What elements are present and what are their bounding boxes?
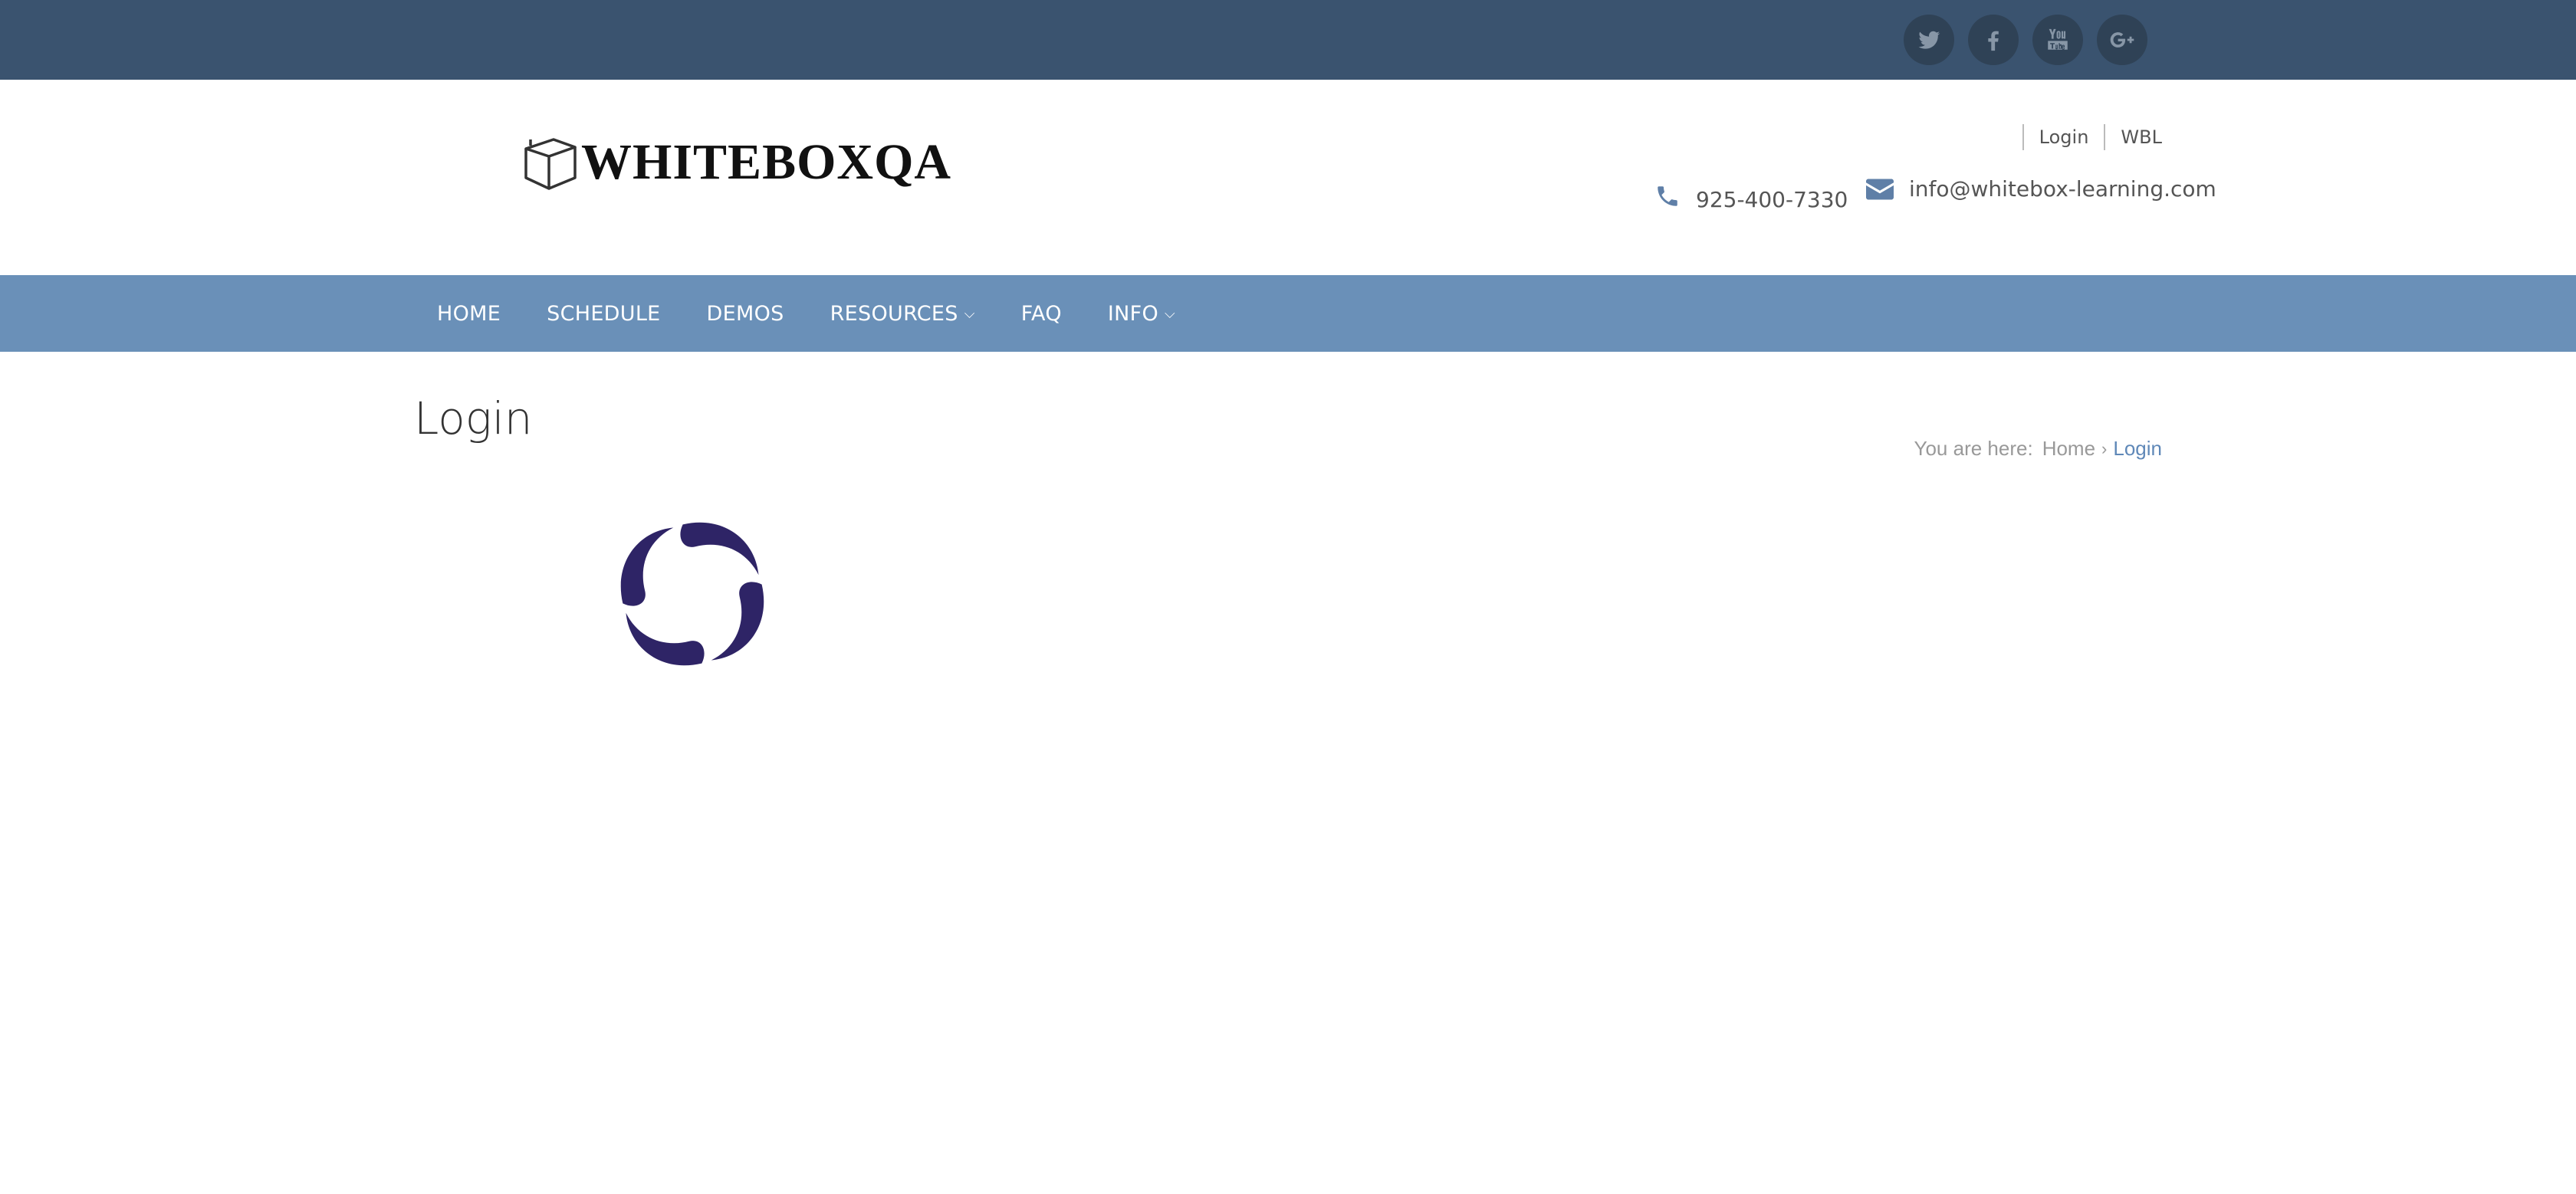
wbl-link[interactable]: WBL — [2121, 126, 2162, 148]
nav-item-schedule[interactable]: SCHEDULE — [524, 275, 683, 352]
top-links: Login WBL — [2007, 123, 2162, 152]
nav-label: HOME — [437, 301, 501, 326]
phone-contact: 925-400-7330 — [1654, 179, 1848, 212]
phone-number[interactable]: 925-400-7330 — [1696, 187, 1848, 212]
site-header: WHITEBOXQA Login WBL 925-400-7330 info@w… — [0, 80, 2576, 276]
nav-item-demos[interactable]: DEMOS — [684, 275, 807, 352]
page-title: Login — [414, 392, 533, 444]
youtube-icon — [2048, 28, 2068, 50]
nav-item-resources[interactable]: RESOURCES ⌵ — [807, 275, 998, 352]
nav-item-faq[interactable]: FAQ — [998, 275, 1085, 352]
loading-spinner-icon — [620, 522, 764, 666]
breadcrumb-label: You are here: — [1914, 437, 2033, 460]
facebook-icon — [1988, 31, 1999, 51]
nav-label: FAQ — [1020, 301, 1062, 326]
nav-item-home[interactable]: HOME — [414, 275, 524, 352]
nav-item-info[interactable]: INFO ⌵ — [1085, 275, 1198, 352]
envelope-icon — [1866, 179, 1894, 199]
breadcrumb-current: Login — [2113, 437, 2162, 460]
login-link[interactable]: Login — [2039, 126, 2089, 148]
chevron-down-icon: ⌵ — [964, 305, 975, 322]
facebook-button[interactable] — [1968, 15, 2019, 65]
email-address[interactable]: info@whitebox-learning.com — [1909, 176, 2216, 202]
google-plus-icon — [2110, 32, 2134, 48]
social-topbar — [0, 0, 2576, 80]
breadcrumb: You are here: Home › Login — [1914, 437, 2162, 461]
site-logo[interactable]: WHITEBOXQA — [521, 130, 951, 195]
email-contact: info@whitebox-learning.com — [1866, 176, 2216, 202]
logo-text: WHITEBOXQA — [581, 134, 952, 190]
google-plus-button[interactable] — [2097, 15, 2147, 65]
nav-label: INFO — [1107, 301, 1159, 326]
divider — [2104, 124, 2106, 150]
twitter-icon — [1918, 31, 1940, 49]
chevron-right-icon: › — [2101, 438, 2108, 458]
breadcrumb-home[interactable]: Home — [2042, 437, 2095, 461]
nav-label: SCHEDULE — [547, 301, 661, 326]
phone-icon — [1658, 185, 1677, 206]
nav-label: DEMOS — [706, 301, 784, 326]
twitter-button[interactable] — [1904, 15, 1954, 65]
nav-label: RESOURCES — [830, 301, 958, 326]
chevron-down-icon: ⌵ — [1165, 305, 1175, 322]
main-nav: HOME SCHEDULE DEMOS RESOURCES ⌵ FAQ INFO ⌵ — [0, 275, 2576, 352]
divider — [2022, 124, 2024, 150]
youtube-button[interactable] — [2032, 15, 2083, 65]
box-icon — [524, 138, 577, 190]
